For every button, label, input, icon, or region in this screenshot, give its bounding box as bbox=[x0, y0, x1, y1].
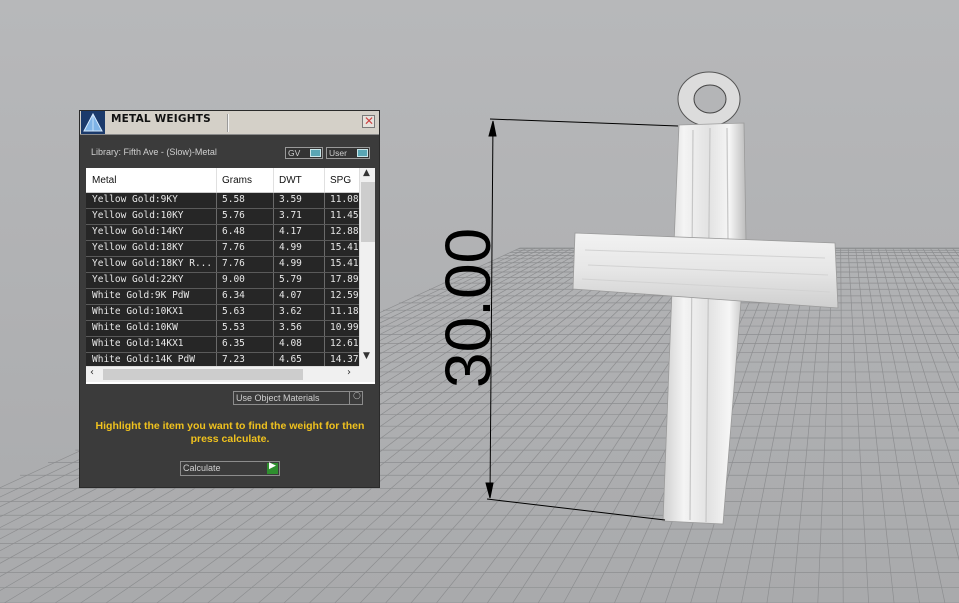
table-row[interactable]: White Gold:10KW 5.53 3.56 10.99 bbox=[86, 321, 359, 337]
cell-grams: 5.76 bbox=[222, 210, 245, 221]
cell-dwt: 4.07 bbox=[279, 290, 302, 301]
cell-dwt: 3.62 bbox=[279, 306, 302, 317]
table-row[interactable]: White Gold:10KX1 5.63 3.62 11.18 bbox=[86, 305, 359, 321]
user-toggle-knob bbox=[357, 149, 368, 157]
scroll-right-icon[interactable]: › bbox=[347, 367, 351, 378]
table-header: Metal Grams DWT SPG bbox=[86, 168, 359, 193]
cell-grams: 5.58 bbox=[222, 194, 245, 205]
cell-metal: Yellow Gold:18KY R... bbox=[92, 258, 213, 269]
cell-dwt: 3.71 bbox=[279, 210, 302, 221]
scroll-corner bbox=[359, 366, 375, 382]
table-row[interactable]: Yellow Gold:9KY 5.58 3.59 11.08 bbox=[86, 193, 359, 209]
cell-spg: 11.45 bbox=[330, 210, 359, 221]
cell-dwt: 4.17 bbox=[279, 226, 302, 237]
column-header-metal[interactable]: Metal bbox=[92, 175, 116, 186]
metal-table[interactable]: Metal Grams DWT SPG Yellow Gold:9KY 5.58 3… bbox=[86, 168, 375, 384]
table-body: Yellow Gold:9KY 5.58 3.59 11.08 Yellow Gold:… bbox=[86, 193, 359, 366]
cell-spg: 12.88 bbox=[330, 226, 359, 237]
cell-dwt: 4.99 bbox=[279, 242, 302, 253]
cell-metal: White Gold:10KX1 bbox=[92, 306, 184, 317]
cell-spg: 15.41 bbox=[330, 242, 359, 253]
cell-dwt: 4.99 bbox=[279, 258, 302, 269]
gv-toggle-label: GV bbox=[288, 148, 301, 158]
user-toggle[interactable]: User bbox=[326, 147, 370, 159]
cell-grams: 6.48 bbox=[222, 226, 245, 237]
use-object-materials-label: Use Object Materials bbox=[236, 393, 320, 403]
table-row[interactable]: White Gold:14K PdW 7.23 4.65 14.37 bbox=[86, 353, 359, 366]
table-row[interactable]: Yellow Gold:10KY 5.76 3.71 11.45 bbox=[86, 209, 359, 225]
bail-ring-hole bbox=[693, 84, 727, 114]
horizontal-scrollbar[interactable]: ‹ › bbox=[86, 366, 359, 382]
dimension-value: 30.00 bbox=[432, 228, 504, 388]
vertical-scroll-thumb[interactable] bbox=[361, 182, 375, 242]
cell-metal: Yellow Gold:14KY bbox=[92, 226, 184, 237]
cell-grams: 6.34 bbox=[222, 290, 245, 301]
table-row[interactable]: Yellow Gold:22KY 9.00 5.79 17.89 bbox=[86, 273, 359, 289]
close-icon: ✕ bbox=[364, 114, 375, 128]
table-row[interactable]: Yellow Gold:18KY R... 7.76 4.99 15.41 bbox=[86, 257, 359, 273]
cell-dwt: 3.56 bbox=[279, 322, 302, 333]
user-toggle-label: User bbox=[329, 148, 347, 158]
cell-dwt: 3.59 bbox=[279, 194, 302, 205]
cell-spg: 11.08 bbox=[330, 194, 359, 205]
checkbox-icon[interactable]: ○ bbox=[349, 391, 362, 404]
cell-grams: 5.53 bbox=[222, 322, 245, 333]
table-row[interactable]: White Gold:9K PdW 6.34 4.07 12.59 bbox=[86, 289, 359, 305]
cell-grams: 5.63 bbox=[222, 306, 245, 317]
close-button[interactable]: ✕ bbox=[362, 114, 375, 128]
table-row[interactable]: Yellow Gold:18KY 7.76 4.99 15.41 bbox=[86, 241, 359, 257]
cell-spg: 14.37 bbox=[330, 354, 359, 365]
cell-metal: White Gold:9K PdW bbox=[92, 290, 190, 301]
cell-grams: 7.76 bbox=[222, 242, 245, 253]
panel-title: METAL WEIGHTS bbox=[111, 113, 211, 125]
cell-dwt: 4.08 bbox=[279, 338, 302, 349]
cell-dwt: 5.79 bbox=[279, 274, 302, 285]
cell-dwt: 4.65 bbox=[279, 354, 302, 365]
cell-spg: 10.99 bbox=[330, 322, 359, 333]
gv-toggle[interactable]: GV bbox=[285, 147, 323, 159]
cell-grams: 7.23 bbox=[222, 354, 245, 365]
cell-grams: 9.00 bbox=[222, 274, 245, 285]
play-arrow-icon: ▶ bbox=[267, 461, 278, 474]
column-header-spg[interactable]: SPG bbox=[330, 175, 351, 186]
cell-spg: 11.18 bbox=[330, 306, 359, 317]
scroll-left-icon[interactable]: ‹ bbox=[90, 367, 94, 378]
cell-spg: 12.59 bbox=[330, 290, 359, 301]
cell-grams: 7.76 bbox=[222, 258, 245, 269]
library-label: Library: Fifth Ave - (Slow)-Metal bbox=[91, 147, 217, 157]
metal-weights-panel: METAL WEIGHTS ✕ Library: Fifth Ave - (Sl… bbox=[79, 110, 380, 488]
gv-toggle-knob bbox=[310, 149, 321, 157]
scroll-up-icon[interactable]: ▲ bbox=[363, 168, 370, 178]
scroll-down-icon[interactable]: ▼ bbox=[363, 351, 370, 361]
cell-metal: Yellow Gold:18KY bbox=[92, 242, 184, 253]
table-row[interactable]: Yellow Gold:14KY 6.48 4.17 12.88 bbox=[86, 225, 359, 241]
cell-metal: White Gold:14KX1 bbox=[92, 338, 184, 349]
calculate-label: Calculate bbox=[183, 463, 221, 473]
cell-metal: Yellow Gold:10KY bbox=[92, 210, 184, 221]
pyramid-logo-icon bbox=[81, 111, 105, 134]
cell-metal: Yellow Gold:9KY bbox=[92, 194, 178, 205]
cell-metal: Yellow Gold:22KY bbox=[92, 274, 184, 285]
use-object-materials-checkbox[interactable]: Use Object Materials ○ bbox=[233, 391, 363, 405]
panel-titlebar[interactable]: METAL WEIGHTS ✕ bbox=[80, 111, 379, 135]
cell-metal: White Gold:10KW bbox=[92, 322, 178, 333]
instruction-text: Highlight the item you want to find the … bbox=[95, 420, 365, 445]
horizontal-scroll-thumb[interactable] bbox=[103, 369, 303, 380]
column-header-grams[interactable]: Grams bbox=[222, 175, 252, 186]
cell-metal: White Gold:14K PdW bbox=[92, 354, 195, 365]
table-row[interactable]: White Gold:14KX1 6.35 4.08 12.61 bbox=[86, 337, 359, 353]
column-header-dwt[interactable]: DWT bbox=[279, 175, 302, 186]
vertical-scrollbar[interactable]: ▲ ▼ bbox=[359, 168, 375, 366]
calculate-button[interactable]: Calculate ▶ bbox=[180, 461, 280, 476]
cell-spg: 12.61 bbox=[330, 338, 359, 349]
cell-grams: 6.35 bbox=[222, 338, 245, 349]
cell-spg: 17.89 bbox=[330, 274, 359, 285]
cell-spg: 15.41 bbox=[330, 258, 359, 269]
